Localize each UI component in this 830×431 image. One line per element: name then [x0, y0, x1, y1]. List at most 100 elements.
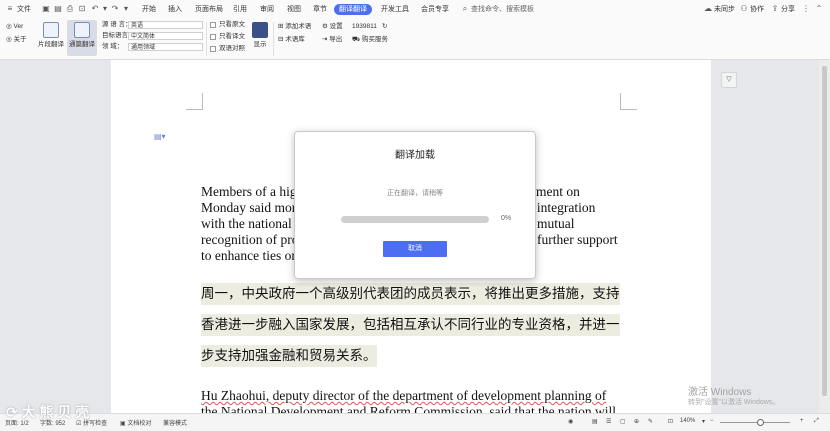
- target-lang-select[interactable]: 中文简体: [128, 32, 203, 40]
- version-button[interactable]: ◎ Ver: [6, 22, 23, 31]
- export-button[interactable]: ⇥ 导出: [322, 35, 342, 44]
- share-icon: ⇪: [771, 4, 779, 13]
- chinese-line: 香港进一步融入国家发展，包括相互承认不同行业的专业资格，并进一: [201, 314, 620, 336]
- cart-icon: ⛟: [352, 36, 361, 43]
- chinese-line: 步支持加强金融和贸易关系。: [201, 345, 377, 367]
- translation-loading-dialog: 翻译加载 正在翻译，请稍等 0% 取消: [294, 131, 536, 279]
- english-line: Hu Zhaohui, deputy director of the depar…: [201, 388, 607, 403]
- pen-icon[interactable]: ✎: [648, 418, 653, 425]
- term-base-button[interactable]: ⊟ 术语库: [278, 35, 305, 44]
- paragraph-handle-icon[interactable]: ▤▾: [154, 132, 166, 141]
- funnel-icon: ▽: [726, 76, 732, 83]
- logo-mark-icon: ⟳: [6, 404, 18, 420]
- redo-icon[interactable]: ↷: [111, 4, 119, 13]
- only-original-label: 只看原文: [219, 21, 245, 28]
- print-icon[interactable]: ⎙: [66, 4, 74, 13]
- tab-insert[interactable]: 插入: [168, 4, 182, 15]
- zoom-dropdown-icon[interactable]: ▾: [702, 418, 705, 425]
- windows-activation-hint: 转到"设置"以激活 Windows。: [688, 399, 780, 406]
- zoom-slider[interactable]: [720, 422, 790, 423]
- tab-home[interactable]: 开始: [142, 4, 156, 15]
- version-icon: ◎: [6, 23, 12, 30]
- tab-translate[interactable]: 翻译翻译: [334, 4, 372, 15]
- scrollbar-thumb[interactable]: [822, 66, 827, 396]
- outline-view-icon[interactable]: ☰: [606, 418, 611, 425]
- fullscreen-icon[interactable]: ⤢: [814, 418, 819, 425]
- only-translation-checkbox[interactable]: [210, 34, 216, 40]
- source-lang-select[interactable]: 英语: [128, 21, 203, 29]
- zoom-out-icon[interactable]: −: [710, 418, 714, 424]
- tab-page-layout[interactable]: 页面布局: [195, 4, 223, 15]
- status-bar: 页面: 1/2 字数: 952 ☑ 拼写检查 ▣ 文档校对 兼容模式 ◉ ▤ ☰…: [0, 413, 830, 431]
- preview-icon[interactable]: ⊡: [78, 4, 86, 13]
- sync-status[interactable]: 未同步: [714, 4, 735, 15]
- read-view-icon[interactable]: ▢: [620, 418, 626, 425]
- more-icon[interactable]: ⋮: [802, 4, 810, 13]
- site-logo-watermark: ⟳ 大 熊 贝 壳: [6, 404, 90, 420]
- ribbon-divider: [206, 22, 207, 56]
- page-view-icon[interactable]: ▤: [592, 418, 598, 425]
- translate-ribbon: ◎ Ver ◎ 关于 片段翻译 通篇翻译 源 语 言： 英语 目标语言： 中文简…: [0, 19, 830, 60]
- dialog-title: 翻译加载: [395, 150, 435, 161]
- page-corner-mark: [620, 93, 637, 110]
- vertical-scrollbar[interactable]: [819, 60, 830, 413]
- proofread-button[interactable]: ▣ 文档校对: [120, 418, 151, 427]
- dialog-status-text: 正在翻译，请稍等: [387, 190, 443, 197]
- tab-member[interactable]: 会员专享: [421, 4, 449, 15]
- display-button[interactable]: 显示: [250, 20, 270, 56]
- more-dropdown-icon[interactable]: ▾: [122, 4, 130, 13]
- tab-review[interactable]: 审阅: [260, 4, 274, 15]
- tab-developer[interactable]: 开发工具: [381, 4, 409, 15]
- refresh-icon[interactable]: ↻: [382, 22, 387, 31]
- english-line-tail: mutual: [537, 216, 575, 231]
- english-line: Members of a hig: [201, 184, 297, 199]
- only-translation-label: 只看译文: [219, 33, 245, 40]
- tab-view[interactable]: 视图: [287, 4, 301, 15]
- english-line: to enhance ties on: [201, 248, 299, 263]
- proofread-icon: ▣: [120, 421, 126, 427]
- display-icon: [252, 22, 268, 38]
- web-view-icon[interactable]: ⊕: [634, 418, 639, 425]
- undo-icon[interactable]: ↶: [91, 4, 99, 13]
- english-line: the National Development and Reform Comm…: [201, 404, 617, 413]
- export-pdf-icon[interactable]: ▤: [54, 4, 62, 13]
- menu-tab-bar: ≡ 文件 ▣ ▤ ⎙ ⊡ ↶ ▾ ↷ ▾ 开始 插入 页面布局 引用 审阅 视图…: [0, 0, 830, 19]
- zoom-slider-handle[interactable]: [757, 419, 764, 426]
- buy-service-button[interactable]: ⛟ 购买服务: [352, 35, 388, 44]
- protect-icon[interactable]: ◉: [568, 418, 573, 425]
- progress-bar: [341, 216, 489, 223]
- command-search[interactable]: 查找命令、搜索模板: [471, 4, 534, 15]
- collab-icon: ⚇: [740, 4, 748, 13]
- cancel-button[interactable]: 取消: [383, 241, 447, 257]
- tab-chapter[interactable]: 章节: [313, 4, 327, 15]
- save-icon[interactable]: ▣: [42, 4, 50, 13]
- chinese-line: 周一，中央政府一个高级别代表团的成员表示，将推出更多措施，支持: [201, 283, 620, 305]
- add-term-button[interactable]: ⊞ 添加术语: [278, 22, 311, 31]
- full-translate-button[interactable]: 通篇翻译: [67, 20, 97, 56]
- undo-dropdown-icon[interactable]: ▾: [101, 4, 109, 13]
- search-icon: ⌕: [462, 4, 468, 13]
- file-menu[interactable]: 文件: [17, 4, 31, 15]
- balance-readout: 1939811: [352, 23, 377, 30]
- fit-page-icon[interactable]: ⊡: [668, 418, 673, 425]
- only-original-checkbox[interactable]: [210, 22, 216, 28]
- settings-button[interactable]: ⚙ 设置: [322, 22, 343, 31]
- page-corner-mark: [186, 93, 203, 110]
- english-line: with the national: [201, 216, 292, 231]
- collapse-ribbon-icon[interactable]: ⌃: [815, 4, 823, 13]
- bilingual-checkbox[interactable]: [210, 46, 216, 52]
- gear-icon: ⚙: [322, 23, 328, 30]
- term-base-icon: ⊟: [278, 36, 284, 43]
- zoom-level[interactable]: 140%: [680, 418, 695, 424]
- side-panel-toggle[interactable]: ▽: [721, 72, 737, 88]
- zoom-in-icon[interactable]: +: [800, 418, 804, 424]
- field-select[interactable]: 通用领域: [128, 43, 203, 51]
- tab-references[interactable]: 引用: [233, 4, 247, 15]
- export-icon: ⇥: [322, 36, 328, 43]
- english-line-tail: r integration: [529, 200, 596, 215]
- about-button[interactable]: ◎ 关于: [6, 35, 26, 44]
- hamburger-icon[interactable]: ≡: [6, 4, 14, 13]
- share-button[interactable]: 分享: [781, 4, 795, 15]
- paragraph-translate-button[interactable]: 片段翻译: [36, 20, 66, 56]
- collab-button[interactable]: 协作: [750, 4, 764, 15]
